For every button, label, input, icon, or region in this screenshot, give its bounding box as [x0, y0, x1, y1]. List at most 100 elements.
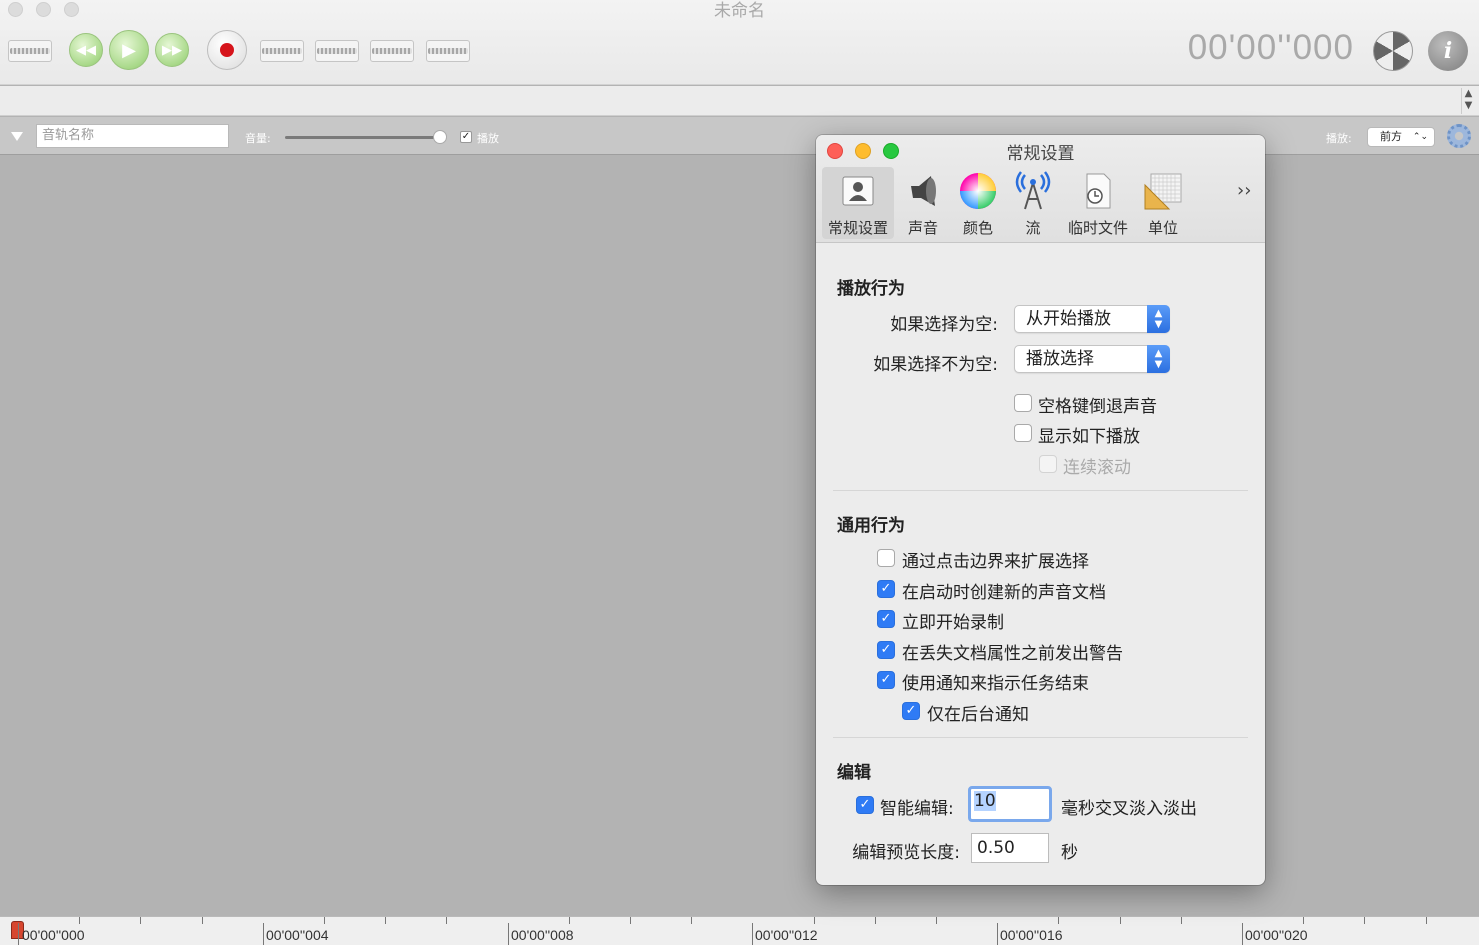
play-button[interactable]: ▶	[109, 30, 149, 70]
fade-button[interactable]	[370, 32, 414, 70]
ruler-tick	[1058, 917, 1059, 924]
edit-section-title: 编辑	[837, 763, 871, 783]
tab-units[interactable]: 单位	[1140, 167, 1186, 239]
nonempty-selection-label: 如果选择不为空:	[873, 355, 998, 375]
tab-label: 颜色	[962, 219, 993, 237]
volume-slider-knob[interactable]	[433, 130, 447, 144]
smart-edit-checkbox[interactable]: ✓	[856, 796, 874, 814]
rewind-button[interactable]: ◀◀	[69, 33, 103, 67]
show-follow-checkbox[interactable]	[1014, 424, 1032, 442]
time-ruler: 00'00''000 00'00''004 00'00''008 00'00''…	[0, 916, 1479, 945]
space-reverse-checkbox[interactable]	[1014, 394, 1032, 412]
record-button[interactable]	[207, 30, 247, 70]
new-doc-checkbox[interactable]: ✓	[877, 580, 895, 598]
time-display: 00'00''000	[1187, 28, 1354, 67]
rewind-icon: ◀◀	[76, 42, 96, 58]
record-icon	[220, 43, 234, 57]
dialog-title: 常规设置	[1006, 144, 1075, 164]
tab-stream[interactable]: 流	[1010, 167, 1056, 239]
tab-label: 流	[1025, 219, 1041, 237]
ruler-tick	[1181, 917, 1182, 924]
ruler-label: 00'00''008	[511, 927, 574, 943]
volume-slider[interactable]	[285, 136, 440, 139]
ruler-label: 00'00''004	[266, 927, 329, 943]
crossfade-unit-label: 毫秒交叉淡入淡出	[1061, 799, 1197, 819]
extend-selection-label: 通过点击边界来扩展选择	[902, 552, 1089, 572]
empty-selection-value: 从开始播放	[1026, 309, 1111, 329]
play-checkbox-label: 播放	[477, 132, 499, 145]
nonempty-selection-value: 播放选择	[1026, 349, 1094, 369]
split-button[interactable]	[426, 32, 470, 70]
tab-general[interactable]: 常规设置	[822, 167, 894, 239]
space-reverse-label: 空格键倒退声音	[1038, 397, 1157, 417]
play-checkbox[interactable]: ✓	[460, 131, 472, 143]
tab-label: 常规设置	[827, 219, 888, 237]
preview-unit-label: 秒	[1061, 843, 1078, 863]
ruler-tick	[385, 917, 386, 924]
broadcast-tower-icon	[1015, 171, 1051, 210]
notify-background-label: 仅在后台通知	[927, 705, 1029, 725]
waveform-view-button[interactable]	[8, 32, 52, 70]
show-follow-label: 显示如下播放	[1038, 427, 1140, 447]
nonempty-selection-select[interactable]: 播放选择 ▲ ▼	[1014, 345, 1170, 373]
temp-file-clock-icon	[1086, 173, 1111, 209]
general-settings-icon	[842, 176, 874, 206]
ruler-tick	[18, 923, 19, 945]
tab-label: 单位	[1147, 219, 1178, 237]
ruler-tick	[875, 917, 876, 924]
ruler-label: 00'00''016	[1000, 927, 1063, 943]
ruler-tick	[508, 923, 509, 945]
preferences-dialog: 常规设置 常规设置 声音 颜色 流 临时文件 单位 ›› 播放行为 如果选择为空…	[816, 135, 1265, 885]
tab-label: 声音	[907, 219, 938, 237]
record-immediately-checkbox[interactable]: ✓	[877, 610, 895, 628]
ruler-tick	[202, 917, 203, 924]
ruler-label: 00'00''012	[755, 927, 818, 943]
continuous-scroll-label: 连续滚动	[1063, 458, 1131, 478]
divider	[833, 490, 1248, 491]
info-icon[interactable]: i	[1428, 31, 1468, 71]
track-name-input[interactable]: 音轨名称	[36, 124, 229, 148]
main-toolbar: 未命名 ◀◀ ▶ ▶▶ 00'00''000 i	[0, 0, 1479, 85]
warn-before-loss-checkbox[interactable]: ✓	[877, 641, 895, 659]
play-icon: ▶	[122, 39, 136, 61]
zoom-stepper[interactable]: ▲ ▼	[1461, 88, 1475, 114]
disclosure-triangle-icon[interactable]	[11, 132, 23, 141]
tab-temp-files[interactable]: 临时文件	[1065, 167, 1131, 239]
gear-icon[interactable]	[1447, 124, 1471, 148]
tab-sound[interactable]: 声音	[900, 167, 946, 239]
general-section-title: 通用行为	[837, 516, 905, 536]
radiation-icon[interactable]	[1373, 31, 1413, 71]
notify-task-end-checkbox[interactable]: ✓	[877, 671, 895, 689]
preview-length-input[interactable]: 0.50	[971, 833, 1049, 863]
grid-ruler-icon	[1144, 173, 1182, 210]
playback-section-title: 播放行为	[837, 279, 905, 299]
ruler-tick	[1364, 917, 1365, 924]
notify-background-checkbox[interactable]: ✓	[902, 702, 920, 720]
tab-label: 临时文件	[1067, 219, 1128, 237]
smart-edit-ms-input[interactable]: 10	[968, 786, 1052, 822]
select-arrows-icon: ▲ ▼	[1147, 305, 1170, 333]
ruler-tick	[691, 917, 692, 924]
preview-length-label: 编辑预览长度:	[852, 843, 960, 863]
window-title: 未命名	[714, 1, 765, 21]
fast-forward-button[interactable]: ▶▶	[155, 33, 189, 67]
trim-button[interactable]	[260, 32, 304, 70]
playback-select[interactable]: 前方 ⌃⌄	[1367, 127, 1435, 147]
tab-color[interactable]: 颜色	[955, 167, 1001, 239]
color-wheel-icon	[960, 173, 996, 209]
ruler-label: 00'00''000	[22, 927, 85, 943]
ruler-tick	[1120, 917, 1121, 924]
ruler-tick	[79, 917, 80, 924]
ruler-tick	[997, 923, 998, 945]
ruler-tick	[140, 917, 141, 924]
fast-forward-icon: ▶▶	[162, 42, 182, 58]
preferences-toolbar: 常规设置 常规设置 声音 颜色 流 临时文件 单位 ››	[816, 135, 1265, 243]
ruler-tick	[936, 917, 937, 924]
extend-selection-checkbox[interactable]	[877, 549, 895, 567]
ruler-tick	[1242, 923, 1243, 945]
empty-selection-select[interactable]: 从开始播放 ▲ ▼	[1014, 305, 1170, 333]
more-tabs-chevron-icon[interactable]: ››	[1237, 180, 1251, 201]
playback-label: 播放:	[1326, 132, 1352, 145]
continuous-scroll-checkbox	[1039, 455, 1057, 473]
delete-silence-button[interactable]	[315, 32, 359, 70]
